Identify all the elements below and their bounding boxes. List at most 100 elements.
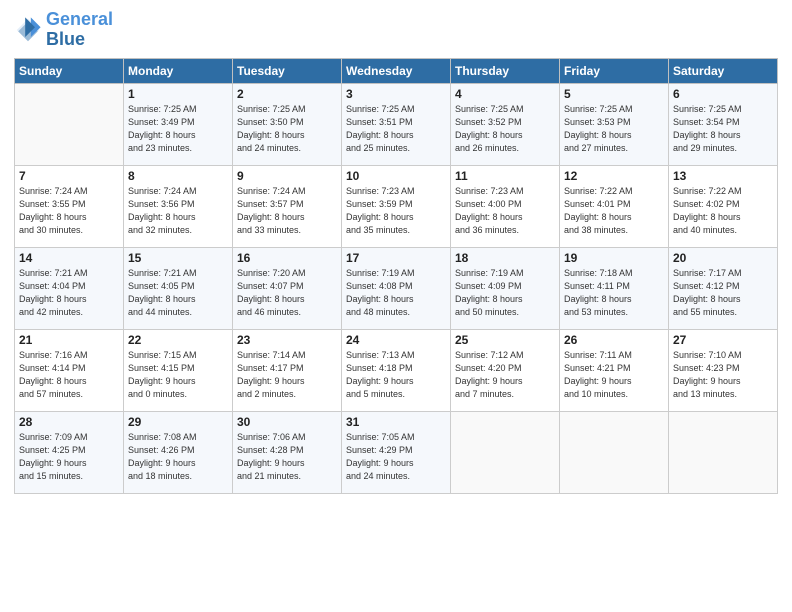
- day-info: Sunrise: 7:24 AMSunset: 3:56 PMDaylight:…: [128, 185, 228, 237]
- weekday-saturday: Saturday: [669, 58, 778, 83]
- day-info: Sunrise: 7:06 AMSunset: 4:28 PMDaylight:…: [237, 431, 337, 483]
- calendar-cell: 15Sunrise: 7:21 AMSunset: 4:05 PMDayligh…: [124, 247, 233, 329]
- day-number: 11: [455, 169, 555, 183]
- calendar-cell: 13 Sunrise: 7:22 AMSunset: 4:02 PMDayligh…: [669, 165, 778, 247]
- logo: GeneralBlue: [14, 10, 113, 50]
- day-number: 13: [673, 169, 773, 183]
- day-info: Sunrise: 7:24 AMSunset: 3:57 PMDaylight:…: [237, 185, 337, 237]
- calendar-cell: 4Sunrise: 7:25 AMSunset: 3:52 PMDaylight…: [451, 83, 560, 165]
- logo-text: GeneralBlue: [46, 10, 113, 50]
- day-info: Sunrise: 7:10 AMSunset: 4:23 PMDaylight:…: [673, 349, 773, 401]
- calendar-cell: 11 Sunrise: 7:23 AMSunset: 4:00 PMDayligh…: [451, 165, 560, 247]
- day-number: 19: [564, 251, 664, 265]
- calendar-cell: 25 Sunrise: 7:12 AMSunset: 4:20 PMDayligh…: [451, 329, 560, 411]
- day-number: 16: [237, 251, 337, 265]
- weekday-tuesday: Tuesday: [233, 58, 342, 83]
- calendar-cell: 20 Sunrise: 7:17 AMSunset: 4:12 PMDayligh…: [669, 247, 778, 329]
- calendar-cell: 5 Sunrise: 7:25 AMSunset: 3:53 PMDaylight…: [560, 83, 669, 165]
- day-number: 27: [673, 333, 773, 347]
- day-info: Sunrise: 7:12 AMSunset: 4:20 PMDaylight:…: [455, 349, 555, 401]
- day-info: Sunrise: 7:25 AMSunset: 3:51 PMDaylight:…: [346, 103, 446, 155]
- calendar-cell: 27 Sunrise: 7:10 AMSunset: 4:23 PMDayligh…: [669, 329, 778, 411]
- day-number: 6: [673, 87, 773, 101]
- calendar-cell: 26 Sunrise: 7:11 AMSunset: 4:21 PMDayligh…: [560, 329, 669, 411]
- weekday-monday: Monday: [124, 58, 233, 83]
- calendar-cell: 16 Sunrise: 7:20 AMSunset: 4:07 PMDayligh…: [233, 247, 342, 329]
- calendar-table: SundayMondayTuesdayWednesdayThursdayFrid…: [14, 58, 778, 494]
- calendar-cell: 30 Sunrise: 7:06 AMSunset: 4:28 PMDayligh…: [233, 411, 342, 493]
- day-info: Sunrise: 7:09 AMSunset: 4:25 PMDaylight:…: [19, 431, 119, 483]
- day-number: 14: [19, 251, 119, 265]
- calendar-cell: 1Sunrise: 7:25 AMSunset: 3:49 PMDaylight…: [124, 83, 233, 165]
- day-info: Sunrise: 7:13 AMSunset: 4:18 PMDaylight:…: [346, 349, 446, 401]
- weekday-sunday: Sunday: [15, 58, 124, 83]
- day-number: 22: [128, 333, 228, 347]
- day-info: Sunrise: 7:25 AMSunset: 3:50 PMDaylight:…: [237, 103, 337, 155]
- calendar-cell: 18Sunrise: 7:19 AMSunset: 4:09 PMDayligh…: [451, 247, 560, 329]
- calendar-cell: [560, 411, 669, 493]
- day-info: Sunrise: 7:21 AMSunset: 4:04 PMDaylight:…: [19, 267, 119, 319]
- day-info: Sunrise: 7:17 AMSunset: 4:12 PMDaylight:…: [673, 267, 773, 319]
- day-number: 21: [19, 333, 119, 347]
- day-number: 9: [237, 169, 337, 183]
- day-number: 1: [128, 87, 228, 101]
- calendar-cell: 14 Sunrise: 7:21 AMSunset: 4:04 PMDayligh…: [15, 247, 124, 329]
- day-info: Sunrise: 7:23 AMSunset: 3:59 PMDaylight:…: [346, 185, 446, 237]
- day-info: Sunrise: 7:05 AMSunset: 4:29 PMDaylight:…: [346, 431, 446, 483]
- calendar-cell: 3 Sunrise: 7:25 AMSunset: 3:51 PMDaylight…: [342, 83, 451, 165]
- day-info: Sunrise: 7:15 AMSunset: 4:15 PMDaylight:…: [128, 349, 228, 401]
- week-row-2: 7Sunrise: 7:24 AMSunset: 3:55 PMDaylight…: [15, 165, 778, 247]
- weekday-wednesday: Wednesday: [342, 58, 451, 83]
- calendar-cell: 2Sunrise: 7:25 AMSunset: 3:50 PMDaylight…: [233, 83, 342, 165]
- day-number: 17: [346, 251, 446, 265]
- day-number: 26: [564, 333, 664, 347]
- day-number: 10: [346, 169, 446, 183]
- logo-icon: [14, 16, 42, 44]
- week-row-4: 21Sunrise: 7:16 AMSunset: 4:14 PMDayligh…: [15, 329, 778, 411]
- calendar-cell: 22 Sunrise: 7:15 AMSunset: 4:15 PMDayligh…: [124, 329, 233, 411]
- weekday-thursday: Thursday: [451, 58, 560, 83]
- week-row-3: 14 Sunrise: 7:21 AMSunset: 4:04 PMDayligh…: [15, 247, 778, 329]
- day-info: Sunrise: 7:25 AMSunset: 3:53 PMDaylight:…: [564, 103, 664, 155]
- week-row-5: 28 Sunrise: 7:09 AMSunset: 4:25 PMDayligh…: [15, 411, 778, 493]
- day-number: 24: [346, 333, 446, 347]
- day-info: Sunrise: 7:18 AMSunset: 4:11 PMDaylight:…: [564, 267, 664, 319]
- day-number: 28: [19, 415, 119, 429]
- calendar-cell: [669, 411, 778, 493]
- page-header: GeneralBlue: [14, 10, 778, 50]
- day-number: 23: [237, 333, 337, 347]
- day-number: 7: [19, 169, 119, 183]
- calendar-cell: 9 Sunrise: 7:24 AMSunset: 3:57 PMDaylight…: [233, 165, 342, 247]
- calendar-cell: 7Sunrise: 7:24 AMSunset: 3:55 PMDaylight…: [15, 165, 124, 247]
- calendar-cell: 19 Sunrise: 7:18 AMSunset: 4:11 PMDayligh…: [560, 247, 669, 329]
- weekday-friday: Friday: [560, 58, 669, 83]
- day-number: 12: [564, 169, 664, 183]
- day-number: 20: [673, 251, 773, 265]
- calendar-cell: 23Sunrise: 7:14 AMSunset: 4:17 PMDayligh…: [233, 329, 342, 411]
- day-info: Sunrise: 7:19 AMSunset: 4:08 PMDaylight:…: [346, 267, 446, 319]
- week-row-1: 1Sunrise: 7:25 AMSunset: 3:49 PMDaylight…: [15, 83, 778, 165]
- calendar-cell: [451, 411, 560, 493]
- calendar-cell: 21Sunrise: 7:16 AMSunset: 4:14 PMDayligh…: [15, 329, 124, 411]
- day-number: 30: [237, 415, 337, 429]
- day-info: Sunrise: 7:20 AMSunset: 4:07 PMDaylight:…: [237, 267, 337, 319]
- day-info: Sunrise: 7:23 AMSunset: 4:00 PMDaylight:…: [455, 185, 555, 237]
- day-number: 25: [455, 333, 555, 347]
- day-info: Sunrise: 7:22 AMSunset: 4:01 PMDaylight:…: [564, 185, 664, 237]
- calendar-cell: 31 Sunrise: 7:05 AMSunset: 4:29 PMDayligh…: [342, 411, 451, 493]
- day-info: Sunrise: 7:19 AMSunset: 4:09 PMDaylight:…: [455, 267, 555, 319]
- calendar-cell: 10 Sunrise: 7:23 AMSunset: 3:59 PMDayligh…: [342, 165, 451, 247]
- day-number: 3: [346, 87, 446, 101]
- calendar-cell: 17 Sunrise: 7:19 AMSunset: 4:08 PMDayligh…: [342, 247, 451, 329]
- day-info: Sunrise: 7:11 AMSunset: 4:21 PMDaylight:…: [564, 349, 664, 401]
- calendar-cell: 6Sunrise: 7:25 AMSunset: 3:54 PMDaylight…: [669, 83, 778, 165]
- calendar-cell: [15, 83, 124, 165]
- day-number: 8: [128, 169, 228, 183]
- day-info: Sunrise: 7:25 AMSunset: 3:52 PMDaylight:…: [455, 103, 555, 155]
- day-number: 29: [128, 415, 228, 429]
- calendar-cell: 24 Sunrise: 7:13 AMSunset: 4:18 PMDayligh…: [342, 329, 451, 411]
- day-info: Sunrise: 7:22 AMSunset: 4:02 PMDaylight:…: [673, 185, 773, 237]
- calendar-cell: 8 Sunrise: 7:24 AMSunset: 3:56 PMDaylight…: [124, 165, 233, 247]
- day-number: 31: [346, 415, 446, 429]
- day-number: 5: [564, 87, 664, 101]
